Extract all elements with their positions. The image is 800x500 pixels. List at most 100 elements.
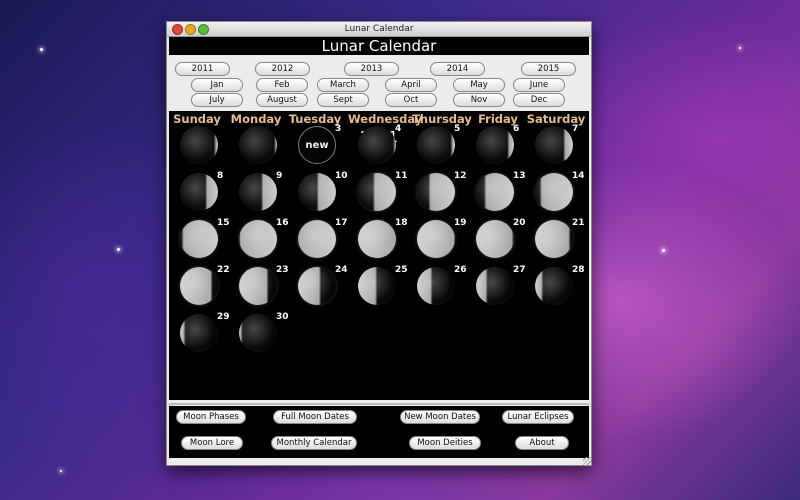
day-number: 11: [395, 171, 408, 181]
day-number: 22: [217, 265, 230, 275]
day-number: 29: [217, 312, 230, 322]
moon-phase-icon: [417, 267, 455, 305]
lunar-eclipses-button[interactable]: Lunar Eclipses: [502, 410, 574, 424]
day-number: 21: [572, 218, 585, 228]
star: [739, 47, 741, 49]
day-number: 27: [513, 265, 526, 275]
moon-phase-icon: [298, 173, 336, 211]
day-number: 24: [335, 265, 348, 275]
day-number: 13: [513, 171, 526, 181]
moon-phase-icon: [476, 220, 514, 258]
day-number: 14: [572, 171, 585, 181]
weekday-wednesday: Wednesday: [348, 112, 423, 126]
day-number: 6: [513, 124, 520, 134]
about-button[interactable]: About: [515, 436, 569, 450]
window-title: Lunar Calendar: [344, 24, 414, 34]
moon-phase-icon: [180, 267, 218, 305]
close-window-button[interactable]: [172, 24, 183, 35]
moon-phases-button[interactable]: Moon Phases: [176, 410, 246, 424]
day-number: 12: [454, 171, 467, 181]
moon-phase-icon: [358, 220, 396, 258]
moon-phase-icon: [535, 126, 573, 164]
month-button-may[interactable]: May: [453, 78, 505, 92]
year-button-2012[interactable]: 2012: [255, 62, 310, 76]
day-number: 5: [454, 124, 461, 134]
bottom-button-panel: Moon Phases Full Moon Dates New Moon Dat…: [169, 406, 589, 458]
day-number: 17: [335, 218, 348, 228]
month-button-nov[interactable]: Nov: [453, 93, 505, 107]
month-button-june[interactable]: June: [513, 78, 565, 92]
moon-lore-button[interactable]: Moon Lore: [181, 436, 243, 450]
new-moon-dates-button[interactable]: New Moon Dates: [400, 410, 480, 424]
day-number: 16: [276, 218, 289, 228]
title-bar: Lunar Calendar: [167, 22, 591, 37]
moon-phase-icon: [180, 126, 218, 164]
year-button-2011[interactable]: 2011: [175, 62, 230, 76]
moon-phase-icon: [535, 220, 573, 258]
month-button-dec[interactable]: Dec: [513, 93, 565, 107]
weekday-sunday: Sunday: [173, 112, 221, 126]
moon-phase-icon: [180, 173, 218, 211]
moon-phase-icon: [180, 314, 218, 352]
day-number: 9: [276, 171, 283, 181]
day-number: 4: [395, 124, 402, 134]
moon-phase-icon: [535, 267, 573, 305]
day-number: 10: [335, 171, 348, 181]
month-button-march[interactable]: March: [317, 78, 369, 92]
star: [662, 249, 665, 252]
day-number: 3: [335, 124, 342, 134]
moon-phase-icon: [476, 267, 514, 305]
day-number: 8: [217, 171, 224, 181]
month-button-august[interactable]: August: [256, 93, 308, 107]
moon-calendar-grid: 2011 April new34567891011121314151617181…: [169, 124, 589, 400]
month-button-sept[interactable]: Sept: [317, 93, 369, 107]
year-button-2015[interactable]: 2015: [521, 62, 576, 76]
month-button-july[interactable]: July: [191, 93, 243, 107]
month-button-april[interactable]: April: [385, 78, 437, 92]
month-button-feb[interactable]: Feb: [256, 78, 308, 92]
moon-deities-button[interactable]: Moon Deities: [409, 436, 481, 450]
day-number: 28: [572, 265, 585, 275]
moon-phase-icon: [358, 173, 396, 211]
moon-phase-icon: [180, 220, 218, 258]
moon-phase-icon: [298, 220, 336, 258]
moon-phase-icon: [239, 267, 277, 305]
moon-phase-icon: [358, 267, 396, 305]
moon-phase-icon: [239, 314, 277, 352]
day-number: 7: [572, 124, 579, 134]
weekday-header-row: Sunday Monday Tuesday Wednesday Thursday…: [169, 111, 589, 126]
moon-phase-icon: [417, 173, 455, 211]
weekday-monday: Monday: [230, 112, 282, 126]
day-number: 30: [276, 312, 289, 322]
year-button-2013[interactable]: 2013: [344, 62, 399, 76]
divider: [169, 403, 589, 405]
month-selector: Jan Feb March April May June July August…: [167, 77, 591, 107]
lunar-calendar-window: Lunar Calendar Lunar Calendar 2011 2012 …: [166, 21, 592, 466]
day-number: 26: [454, 265, 467, 275]
minimize-window-button[interactable]: [185, 24, 196, 35]
day-number: 19: [454, 218, 467, 228]
star: [117, 248, 120, 251]
day-number: 25: [395, 265, 408, 275]
year-selector: 2011 2012 2013 2014 2015: [167, 62, 591, 76]
moon-phase-icon: [358, 126, 396, 164]
moon-phase-icon: [239, 173, 277, 211]
moon-phase-icon: [239, 126, 277, 164]
full-moon-dates-button[interactable]: Full Moon Dates: [273, 410, 357, 424]
day-number: 20: [513, 218, 526, 228]
month-button-jan[interactable]: Jan: [191, 78, 243, 92]
new-moon-icon: new: [298, 126, 336, 164]
month-button-oct[interactable]: Oct: [385, 93, 437, 107]
app-header: Lunar Calendar: [169, 37, 589, 55]
star: [40, 48, 43, 51]
monthly-calendar-button[interactable]: Monthly Calendar: [271, 436, 357, 450]
moon-phase-icon: [535, 173, 573, 211]
resize-grip[interactable]: [583, 457, 591, 465]
day-number: 23: [276, 265, 289, 275]
star: [60, 470, 62, 472]
moon-phase-icon: [476, 126, 514, 164]
year-button-2014[interactable]: 2014: [430, 62, 485, 76]
zoom-window-button[interactable]: [198, 24, 209, 35]
moon-phase-icon: [239, 220, 277, 258]
new-moon-label: new: [305, 139, 329, 151]
